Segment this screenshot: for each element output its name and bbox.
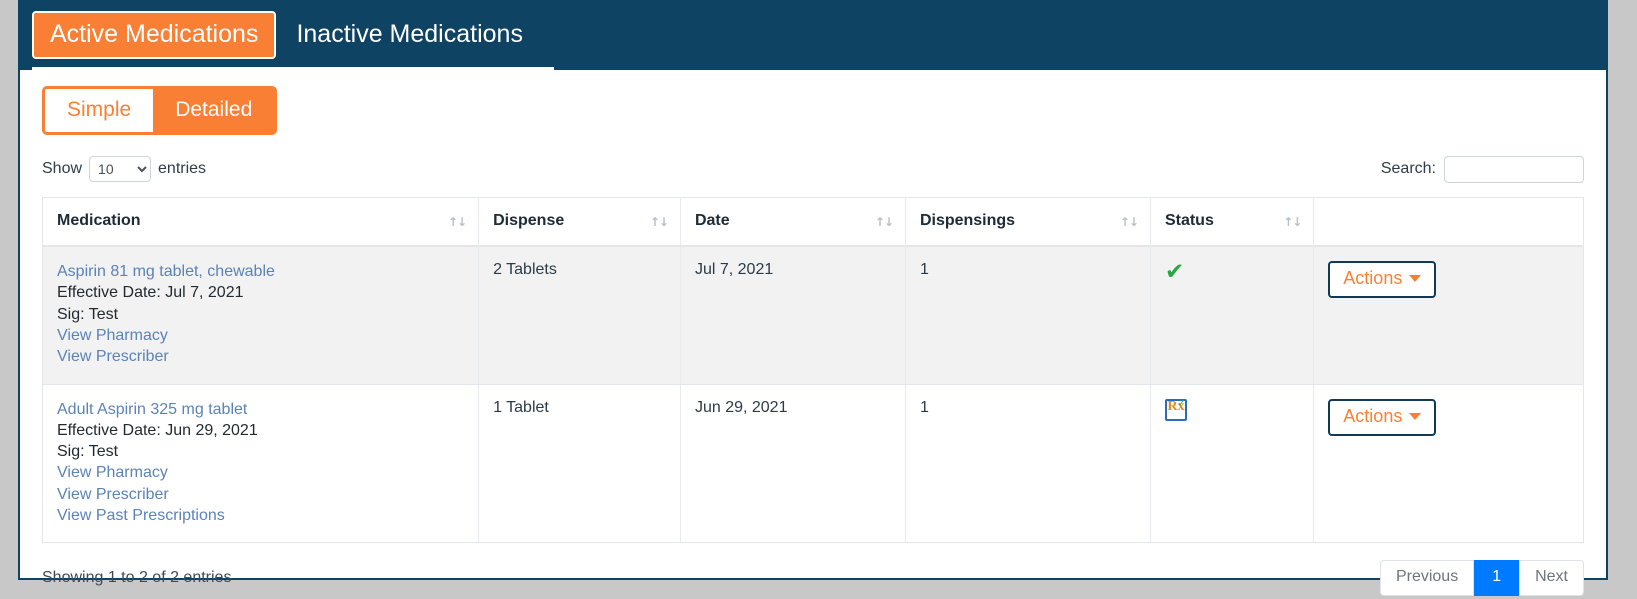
page-length-control: Show 102550100 entries: [42, 156, 207, 183]
actions-dropdown-button[interactable]: Actions: [1328, 398, 1437, 436]
medication-sig: Sig: Test: [57, 305, 119, 323]
table-info: Showing 1 to 2 of 2 entries: [42, 569, 232, 587]
sort-icon: ↑↓: [1119, 214, 1139, 229]
tab-inactive-medications-label: Inactive Medications: [296, 19, 523, 48]
page-length-select[interactable]: 102550100: [89, 156, 152, 183]
medication-sig: Sig: Test: [57, 443, 119, 461]
rx-check-badge-icon: ✓: [1177, 397, 1186, 409]
cell-actions: Actions: [1313, 246, 1584, 385]
view-mode-detailed-label: Detailed: [175, 98, 253, 121]
cell-date: Jun 29, 2021: [680, 384, 906, 544]
view-pharmacy-link[interactable]: View Pharmacy: [57, 462, 464, 483]
pagination-page-1-button[interactable]: 1: [1474, 560, 1520, 597]
cell-actions: Actions: [1313, 384, 1584, 544]
chevron-down-icon: [1409, 412, 1422, 420]
cell-dispensings: 1: [905, 246, 1151, 385]
sort-icon: ↑↓: [649, 214, 669, 229]
cell-medication: Adult Aspirin 325 mg tablet Effective Da…: [42, 384, 480, 544]
search-label: Search:: [1380, 160, 1436, 178]
pagination-previous-label: Previous: [1395, 568, 1459, 586]
chevron-down-icon: [1409, 275, 1422, 283]
view-pharmacy-link[interactable]: View Pharmacy: [57, 325, 464, 346]
medication-effective-date: Effective Date: Jul 7, 2021: [57, 284, 244, 302]
sort-icon: ↑↓: [1283, 214, 1302, 229]
table-row: Adult Aspirin 325 mg tablet Effective Da…: [42, 384, 1584, 544]
medications-body: Simple Detailed Show 102550100 entries S…: [20, 70, 1606, 597]
cell-date: Jul 7, 2021: [680, 246, 906, 385]
medications-page: Active Medications Inactive Medications …: [18, 0, 1608, 597]
tab-active-medications-label: Active Medications: [50, 19, 259, 48]
pagination-page-1-label: 1: [1492, 568, 1502, 586]
cell-dispense: 1 Tablet: [478, 384, 681, 544]
view-past-prescriptions-link[interactable]: View Past Prescriptions: [57, 505, 464, 526]
pagination-next-label: Next: [1535, 568, 1568, 586]
table-row: Aspirin 81 mg tablet, chewable Effective…: [42, 246, 1584, 385]
column-header-date[interactable]: Date ↑↓: [680, 197, 906, 248]
view-mode-simple-button[interactable]: Simple: [45, 89, 154, 133]
pagination-next-button[interactable]: Next: [1519, 560, 1584, 597]
medications-tabbar: Active Medications Inactive Medications: [20, 0, 1606, 70]
column-header-date-label: Date: [694, 212, 730, 230]
view-mode-toggle: Simple Detailed: [42, 86, 278, 136]
view-mode-detailed-button[interactable]: Detailed: [153, 89, 275, 133]
pagination-previous-button[interactable]: Previous: [1379, 560, 1475, 597]
column-header-medication[interactable]: Medication ↑↓: [42, 197, 480, 248]
medications-table: Medication ↑↓ Dispense ↑↓ Date ↑↓ Dispen…: [42, 197, 1584, 544]
column-header-status[interactable]: Status ↑↓: [1150, 197, 1315, 248]
entries-label: entries: [158, 160, 207, 178]
table-footer-row: Showing 1 to 2 of 2 entries Previous 1 N…: [42, 543, 1584, 597]
tab-inactive-medications[interactable]: Inactive Medications: [280, 13, 539, 57]
cell-medication: Aspirin 81 mg tablet, chewable Effective…: [42, 246, 480, 385]
sort-icon: ↑↓: [874, 214, 894, 229]
column-header-dispensings[interactable]: Dispensings ↑↓: [905, 197, 1151, 248]
column-header-dispensings-label: Dispensings: [919, 212, 1016, 230]
view-prescriber-link[interactable]: View Prescriber: [57, 484, 464, 505]
medication-name-link[interactable]: Adult Aspirin 325 mg tablet: [57, 399, 464, 420]
medication-name-link[interactable]: Aspirin 81 mg tablet, chewable: [57, 261, 464, 282]
table-controls-row: Show 102550100 entries Search:: [42, 155, 1584, 183]
table-header-row: Medication ↑↓ Dispense ↑↓ Date ↑↓ Dispen…: [42, 197, 1584, 248]
column-header-status-label: Status: [1164, 212, 1214, 230]
view-mode-simple-label: Simple: [67, 98, 132, 121]
search-input[interactable]: [1444, 155, 1584, 183]
actions-dropdown-label: Actions: [1343, 405, 1403, 426]
column-header-medication-label: Medication: [57, 212, 141, 230]
sort-icon: ↑↓: [447, 214, 467, 229]
search-control: Search:: [1380, 155, 1584, 183]
cell-status: ✔: [1150, 246, 1315, 385]
actions-dropdown-label: Actions: [1343, 268, 1403, 289]
cell-status: Rx ✓: [1150, 384, 1315, 544]
rx-prescription-icon: Rx ✓: [1164, 397, 1187, 421]
tab-active-medications[interactable]: Active Medications: [32, 10, 277, 60]
column-header-dispense[interactable]: Dispense ↑↓: [478, 197, 681, 248]
column-header-actions: [1313, 197, 1584, 248]
medication-effective-date: Effective Date: Jun 29, 2021: [57, 421, 258, 439]
show-label: Show: [42, 160, 83, 178]
actions-dropdown-button[interactable]: Actions: [1328, 261, 1437, 299]
view-prescriber-link[interactable]: View Prescriber: [57, 346, 464, 367]
pagination: Previous 1 Next: [1379, 560, 1584, 597]
cell-dispensings: 1: [905, 384, 1151, 544]
column-header-dispense-label: Dispense: [493, 212, 565, 230]
cell-dispense: 2 Tablets: [478, 246, 681, 385]
green-check-icon: ✔: [1164, 259, 1185, 286]
